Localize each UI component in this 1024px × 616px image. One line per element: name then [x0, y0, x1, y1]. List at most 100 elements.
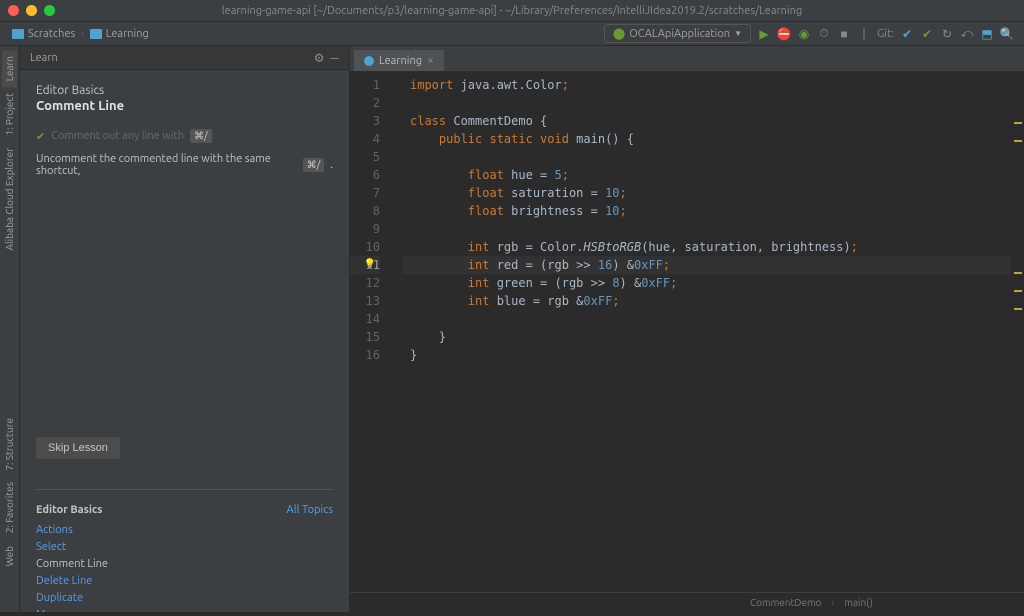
learn-panel-title: Learn: [30, 52, 58, 64]
lesson-title: Comment Line: [36, 99, 333, 113]
line-number: 2: [350, 94, 380, 112]
line-number: 14: [350, 310, 380, 328]
code-text-area[interactable]: import java.awt.Color; class CommentDemo…: [402, 72, 1010, 592]
warning-mark[interactable]: [1014, 140, 1022, 142]
lesson-step-current: Uncomment the commented line with the sa…: [36, 153, 333, 177]
topic-actions[interactable]: Actions: [36, 524, 333, 536]
editor-error-stripe[interactable]: [1010, 72, 1024, 592]
line-number: 4: [350, 130, 380, 148]
code-line-1: import java.awt.Color;: [402, 76, 1010, 94]
lesson-step-text: Comment out any line with: [51, 130, 184, 142]
code-line-5: [402, 148, 1010, 166]
project-tool-tab[interactable]: 1: Project: [2, 87, 17, 142]
line-number: 12: [350, 274, 380, 292]
search-button[interactable]: 🔍: [1000, 27, 1014, 41]
breadcrumb-root[interactable]: Scratches: [12, 28, 75, 40]
topic-delete-line[interactable]: Delete Line: [36, 575, 333, 587]
file-icon: [364, 56, 374, 66]
profile-button[interactable]: ⏱: [817, 27, 831, 41]
minimize-window-button[interactable]: [26, 5, 37, 16]
toolbar-right: ⬤ OCALApiApplication ▼ ▶ ⛔ ◉ ⏱ ■ | Git: …: [604, 24, 1024, 43]
line-number: 3: [350, 112, 380, 130]
line-number: 5: [350, 148, 380, 166]
breadcrumb-label: Scratches: [28, 28, 75, 40]
line-number: 9: [350, 220, 380, 238]
breadcrumb-class[interactable]: CommentDemo: [750, 597, 821, 608]
run-coverage-button[interactable]: ◉: [797, 27, 811, 41]
editor-tab-learning[interactable]: Learning ×: [354, 50, 445, 71]
run-config-label: OCALApiApplication: [629, 28, 730, 40]
line-number: 8: [350, 202, 380, 220]
vcs-commit-button[interactable]: ✔: [920, 27, 934, 41]
git-label: Git:: [877, 28, 894, 40]
skip-lesson-button[interactable]: Skip Lesson: [36, 437, 120, 459]
gear-icon[interactable]: ⚙: [314, 51, 325, 65]
run-config-selector[interactable]: ⬤ OCALApiApplication ▼: [604, 24, 751, 43]
close-tab-icon[interactable]: ×: [427, 54, 434, 67]
topic-duplicate[interactable]: Duplicate: [36, 592, 333, 604]
lesson-step-suffix: .: [330, 159, 333, 171]
structure-tool-tab[interactable]: 7: Structure: [2, 412, 17, 477]
editor-tab-bar: Learning ×: [350, 46, 1024, 72]
code-line-8: float brightness = 10;: [402, 202, 1010, 220]
line-number: 7: [350, 184, 380, 202]
warning-mark[interactable]: [1014, 272, 1022, 274]
line-number: 15: [350, 328, 380, 346]
chevron-right-icon: ›: [81, 29, 84, 39]
code-line-3: class CommentDemo {: [402, 112, 1010, 130]
learn-tool-tab[interactable]: Learn: [2, 50, 17, 87]
tab-label: Learning: [379, 55, 422, 67]
vcs-update-button[interactable]: ✔: [900, 27, 914, 41]
warning-mark[interactable]: [1014, 290, 1022, 292]
web-tool-tab[interactable]: Web: [2, 540, 17, 572]
topic-list: Actions Select Comment Line Delete Line …: [36, 524, 333, 612]
editor-area: Learning × 1 2 3 4 5 6 7 8 9 10 11💡 12 1…: [350, 46, 1024, 612]
line-number: 6: [350, 166, 380, 184]
keyboard-shortcut: ⌘/: [303, 158, 325, 172]
favorites-tool-tab[interactable]: 2: Favorites: [2, 476, 17, 539]
code-line-7: float saturation = 10;: [402, 184, 1010, 202]
navigation-toolbar: Scratches › Learning ⬤ OCALApiApplicatio…: [0, 22, 1024, 46]
topic-comment-line[interactable]: Comment Line: [36, 558, 333, 570]
main-layout: Learn 1: Project Alibaba Cloud Explorer …: [0, 46, 1024, 612]
breadcrumb-item[interactable]: Learning: [90, 28, 149, 40]
code-editor[interactable]: 1 2 3 4 5 6 7 8 9 10 11💡 12 13 14 15 16 …: [350, 72, 1024, 592]
learn-panel-body: Editor Basics Comment Line ✔ Comment out…: [20, 70, 349, 612]
code-line-12: int green = (rgb >> 8) &0xFF;: [402, 274, 1010, 292]
vcs-revert-button[interactable]: ⤺: [960, 27, 974, 41]
window-titlebar: learning-game-api [~/Documents/p3/learni…: [0, 0, 1024, 22]
cloud-explorer-tab[interactable]: Alibaba Cloud Explorer: [2, 142, 17, 256]
code-line-10: int rgb = Color.HSBtoRGB(hue, saturation…: [402, 238, 1010, 256]
all-topics-link[interactable]: All Topics: [287, 504, 333, 516]
breadcrumb-method[interactable]: main(): [844, 597, 873, 608]
line-number: 10: [350, 238, 380, 256]
code-line-16: }: [402, 346, 1010, 364]
code-line-9: [402, 220, 1010, 238]
lesson-step-completed: ✔ Comment out any line with ⌘/: [36, 129, 333, 143]
close-window-button[interactable]: [8, 5, 19, 16]
checkmark-icon: ✔: [36, 130, 45, 143]
minimize-icon[interactable]: ─: [330, 51, 339, 65]
vcs-history-button[interactable]: ↻: [940, 27, 954, 41]
folder-icon: [90, 29, 102, 39]
run-button[interactable]: ▶: [757, 27, 771, 41]
intention-bulb-icon[interactable]: 💡: [364, 256, 376, 274]
line-number: 1: [350, 76, 380, 94]
editor-gutter: 1 2 3 4 5 6 7 8 9 10 11💡 12 13 14 15 16: [350, 72, 402, 592]
left-tool-rail: Learn 1: Project Alibaba Cloud Explorer …: [0, 46, 20, 612]
stop-button[interactable]: ■: [837, 27, 851, 41]
chevron-down-icon: ▼: [734, 29, 742, 38]
maximize-window-button[interactable]: [44, 5, 55, 16]
topic-select[interactable]: Select: [36, 541, 333, 553]
chevron-right-icon: ›: [831, 597, 834, 608]
warning-mark[interactable]: [1014, 308, 1022, 310]
warning-mark[interactable]: [1014, 122, 1022, 124]
learn-panel-header: Learn ⚙ ─: [20, 46, 349, 70]
code-line-2: [402, 94, 1010, 112]
code-line-4: public static void main() {: [402, 130, 1010, 148]
debug-button[interactable]: ⛔: [777, 27, 791, 41]
update-button[interactable]: ⬒: [980, 27, 994, 41]
line-number: 16: [350, 346, 380, 364]
code-line-14: [402, 310, 1010, 328]
code-line-15: }: [402, 328, 1010, 346]
